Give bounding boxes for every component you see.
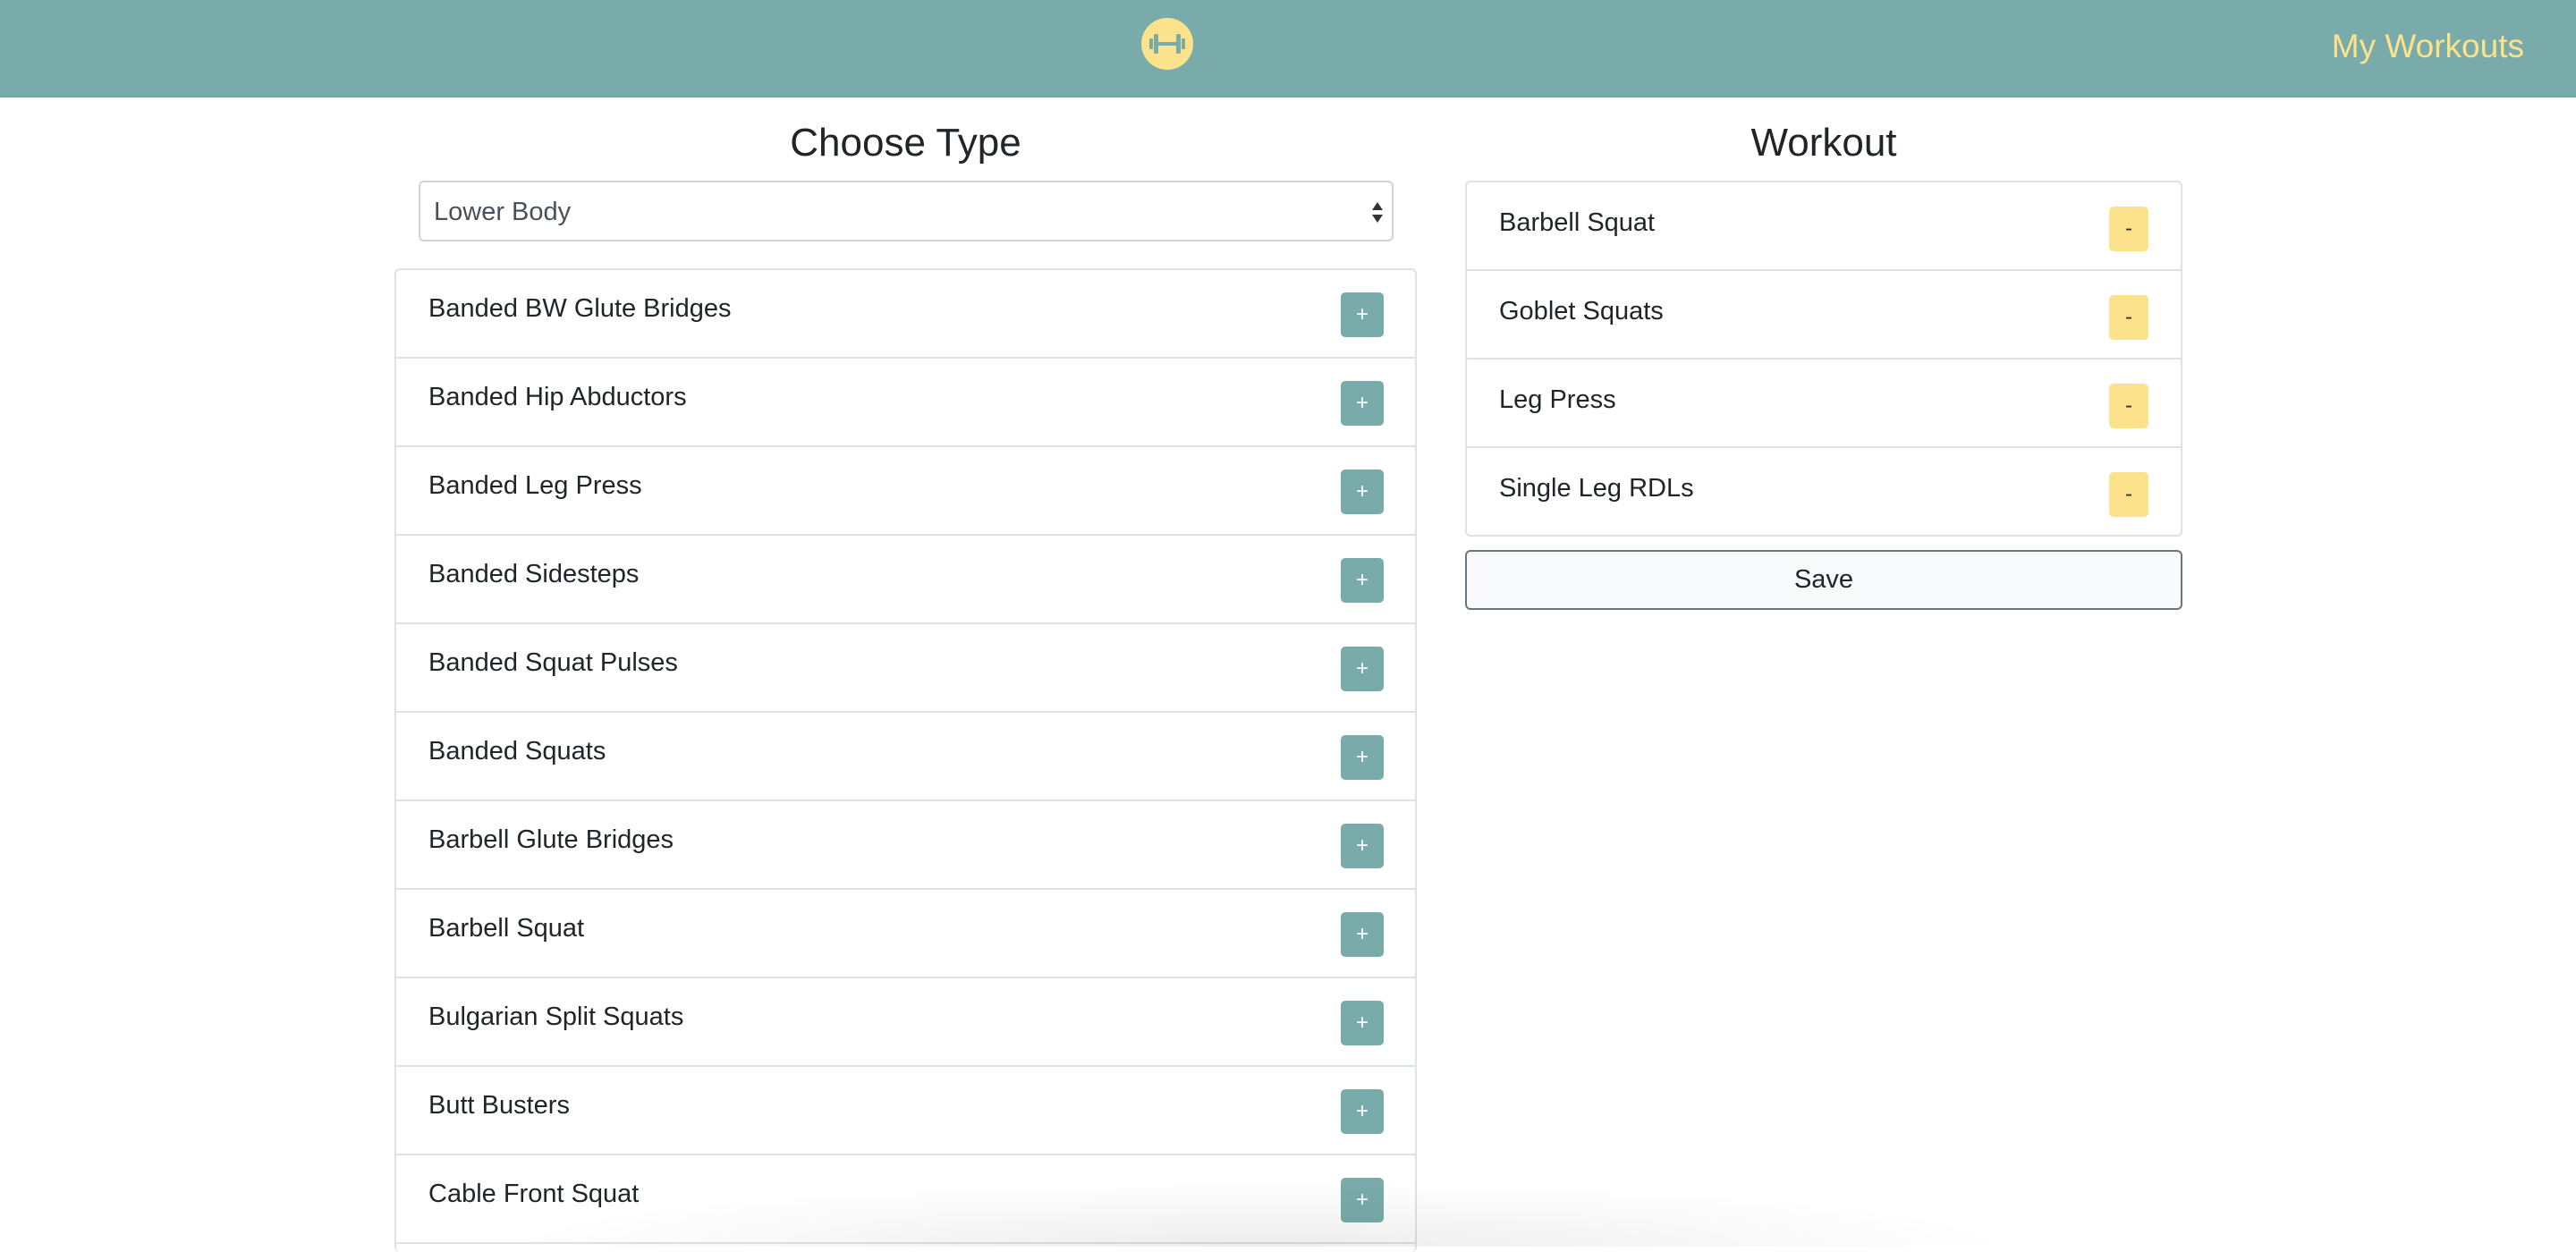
exercise-label: Butt Busters — [428, 1091, 570, 1120]
exercise-list-item: Cable Front Squat + — [396, 1155, 1415, 1244]
add-exercise-button[interactable]: + — [1341, 824, 1384, 868]
exercise-list-item: Bulgarian Split Squats + — [396, 978, 1415, 1067]
exercise-list-item: Banded Squats + — [396, 713, 1415, 801]
exercise-label: Cable Front Squat — [428, 1180, 640, 1208]
add-exercise-button[interactable]: + — [1341, 470, 1384, 514]
exercise-label: Banded Hip Abductors — [428, 383, 687, 411]
workout-exercise-label: Single Leg RDLs — [1499, 474, 1694, 503]
exercise-label: Bulgarian Split Squats — [428, 1002, 684, 1031]
exercise-list-item: Butt Busters + — [396, 1067, 1415, 1155]
exercise-label: Banded Sidesteps — [428, 560, 640, 588]
exercise-label: Barbell Squat — [428, 914, 585, 943]
exercise-label: Banded Squats — [428, 737, 606, 766]
add-exercise-button[interactable]: + — [1341, 558, 1384, 603]
add-exercise-button[interactable]: + — [1341, 912, 1384, 957]
remove-exercise-button[interactable]: - — [2109, 295, 2148, 340]
exercise-list-item: Banded Sidesteps + — [396, 536, 1415, 624]
workout-exercise-label: Leg Press — [1499, 385, 1616, 414]
dumbbell-icon[interactable] — [1141, 18, 1193, 70]
add-exercise-button[interactable]: + — [1341, 735, 1384, 780]
exercise-list: Banded BW Glute Bridges + Banded Hip Abduc… — [394, 268, 1417, 1252]
exercise-list-item: Barbell Glute Bridges + — [396, 801, 1415, 890]
type-select-value: Lower Body — [434, 198, 572, 226]
exercise-list-item: Banded BW Glute Bridges + — [396, 270, 1415, 359]
exercise-label: Banded Squat Pulses — [428, 648, 678, 677]
add-exercise-button[interactable]: + — [1341, 1001, 1384, 1045]
exercise-list-item: Banded Leg Press + — [396, 447, 1415, 536]
workout-list: Barbell Squat - Goblet Squats - Leg Press - Si… — [1465, 181, 2182, 537]
save-button[interactable]: Save — [1465, 550, 2182, 610]
my-workouts-link[interactable]: My Workouts — [2332, 28, 2524, 65]
exercise-list-item: Banded Squat Pulses + — [396, 624, 1415, 713]
workout-list-item: Leg Press - — [1467, 360, 2181, 448]
workout-list-item: Goblet Squats - — [1467, 271, 2181, 360]
add-exercise-button[interactable]: + — [1341, 647, 1384, 691]
remove-exercise-button[interactable]: - — [2109, 472, 2148, 517]
add-exercise-button[interactable]: + — [1341, 381, 1384, 426]
workout-title: Workout — [1750, 121, 1897, 165]
workout-list-item: Single Leg RDLs - — [1467, 448, 2181, 537]
remove-exercise-button[interactable]: - — [2109, 207, 2148, 251]
workout-exercise-label: Barbell Squat — [1499, 208, 1656, 237]
exercise-label: Barbell Glute Bridges — [428, 825, 674, 854]
exercise-list-item: Barbell Squat + — [396, 890, 1415, 978]
select-arrows-icon — [1372, 202, 1383, 223]
exercise-label: Banded BW Glute Bridges — [428, 294, 732, 323]
workout-exercise-label: Goblet Squats — [1499, 297, 1664, 326]
add-exercise-button[interactable]: + — [1341, 1178, 1384, 1222]
add-exercise-button[interactable]: + — [1341, 1089, 1384, 1134]
top-navbar: My Workouts — [0, 0, 2576, 97]
remove-exercise-button[interactable]: - — [2109, 384, 2148, 428]
add-exercise-button[interactable]: + — [1341, 292, 1384, 337]
exercise-label: Banded Leg Press — [428, 471, 642, 500]
workout-list-item: Barbell Squat - — [1467, 182, 2181, 271]
exercise-list-item: Banded Hip Abductors + — [396, 359, 1415, 447]
choose-type-title: Choose Type — [790, 121, 1021, 165]
type-select[interactable]: Lower Body — [419, 181, 1394, 241]
